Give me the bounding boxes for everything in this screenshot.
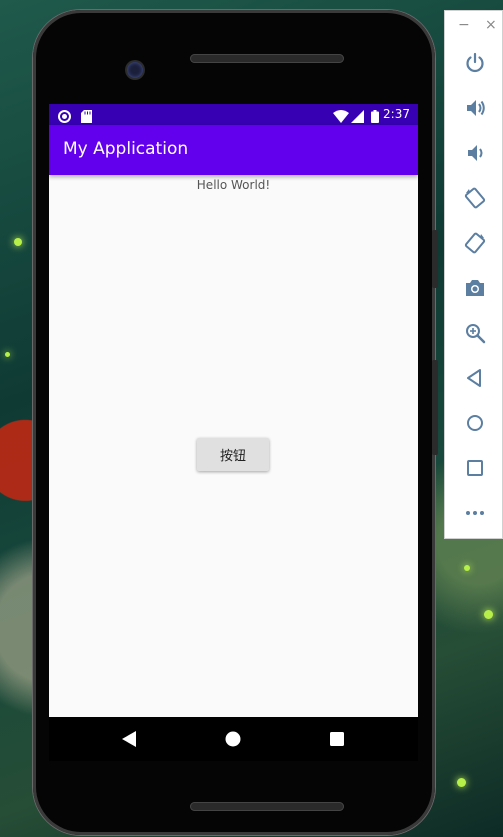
hello-world-text: Hello World! bbox=[196, 178, 271, 192]
background-sparkle bbox=[14, 238, 22, 246]
nav-overview-icon[interactable] bbox=[328, 730, 346, 748]
rotate-right-icon[interactable] bbox=[464, 232, 486, 254]
minimize-button[interactable]: − bbox=[458, 17, 470, 33]
background-sparkle bbox=[457, 778, 466, 787]
close-button[interactable]: × bbox=[485, 17, 497, 33]
volume-up-icon[interactable] bbox=[464, 97, 486, 119]
bottom-speaker bbox=[190, 802, 344, 811]
rotate-left-icon[interactable] bbox=[464, 187, 486, 209]
zoom-icon[interactable] bbox=[464, 322, 486, 344]
nav-back-icon[interactable] bbox=[120, 730, 138, 748]
home-icon[interactable] bbox=[464, 412, 486, 434]
back-icon[interactable] bbox=[464, 367, 486, 389]
status-bar: 2:37 bbox=[49, 104, 418, 125]
phone-side-button bbox=[432, 230, 438, 288]
background-sparkle bbox=[484, 610, 493, 619]
main-button[interactable]: 按钮 bbox=[197, 438, 269, 471]
background-sparkle bbox=[5, 352, 10, 357]
nav-bar bbox=[49, 717, 418, 761]
status-time: 2:37 bbox=[383, 107, 410, 121]
emulator-control-panel: − × bbox=[444, 10, 503, 539]
phone-side-button bbox=[432, 360, 438, 455]
volume-down-icon[interactable] bbox=[464, 142, 486, 164]
app-title: My Application bbox=[63, 139, 189, 159]
background-sparkle bbox=[464, 565, 470, 571]
nav-home-icon[interactable] bbox=[224, 730, 242, 748]
front-camera bbox=[127, 62, 143, 78]
top-speaker bbox=[190, 54, 344, 63]
more-icon[interactable] bbox=[464, 502, 486, 524]
power-icon[interactable] bbox=[464, 52, 486, 74]
screenshot-icon[interactable] bbox=[464, 277, 486, 299]
device-screen: 2:37 My Application Hello World! 按钮 bbox=[49, 104, 418, 717]
app-bar: My Application bbox=[49, 125, 418, 175]
overview-icon[interactable] bbox=[464, 457, 486, 479]
